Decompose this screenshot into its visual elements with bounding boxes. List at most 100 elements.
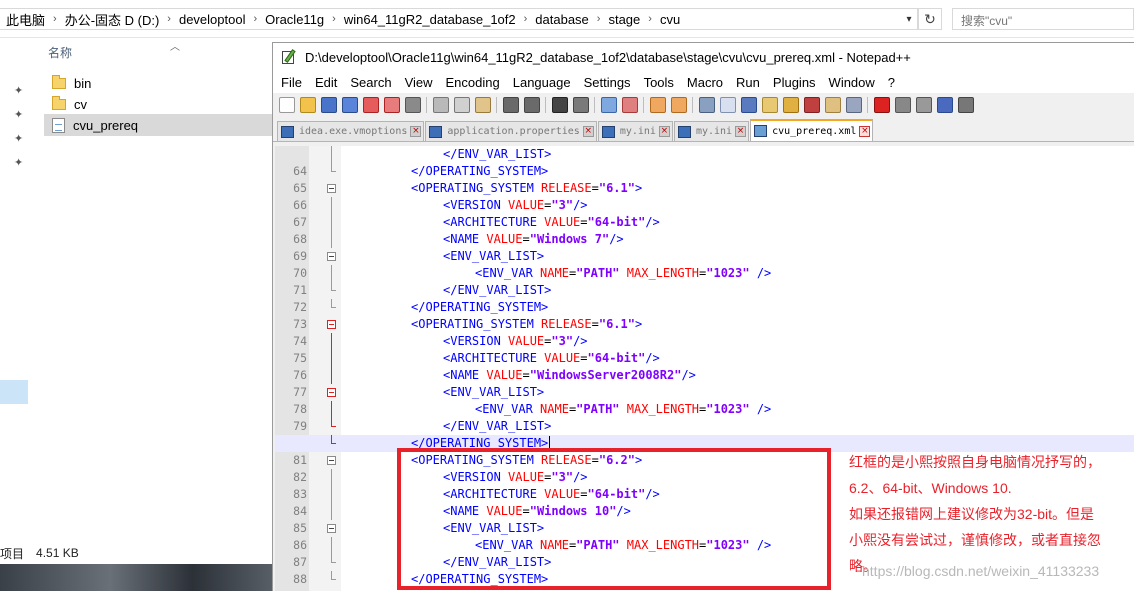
cut-icon[interactable]: [433, 97, 449, 113]
fold-collapse-icon[interactable]: [327, 388, 336, 397]
stop-macro-icon[interactable]: [895, 97, 911, 113]
fold-collapse-icon[interactable]: [327, 184, 336, 193]
zoom-out-icon[interactable]: [622, 97, 638, 113]
show-all-characters-icon[interactable]: [720, 97, 736, 113]
list-item[interactable]: bin: [44, 72, 276, 94]
file-name: cvu_prereq: [73, 117, 139, 133]
list-item[interactable]: cv: [44, 93, 276, 115]
menu-help[interactable]: ?: [888, 75, 895, 90]
fold-collapse-icon[interactable]: [327, 456, 336, 465]
menu-plugins[interactable]: Plugins: [773, 75, 816, 90]
find-icon[interactable]: [552, 97, 568, 113]
run-macro-multiple-icon[interactable]: [937, 97, 953, 113]
close-icon[interactable]: ×: [658, 126, 670, 137]
nav-selected-item[interactable]: [0, 380, 28, 404]
xml-tag: <ENV_VAR_LIST>: [443, 385, 545, 399]
redo-icon[interactable]: [524, 97, 540, 113]
column-header-name[interactable]: 名称: [48, 44, 72, 61]
window-title: D:\developtool\Oracle11g\win64_11gR2_dat…: [305, 49, 911, 65]
close-icon[interactable]: [363, 97, 379, 113]
sync-horizontal-icon[interactable]: [671, 97, 687, 113]
xml-tag: />: [749, 266, 772, 280]
close-icon[interactable]: ×: [859, 125, 871, 137]
language-icon[interactable]: [762, 97, 778, 113]
search-input[interactable]: 搜索"cvu": [952, 8, 1134, 30]
breadcrumb-item[interactable]: database: [533, 12, 591, 27]
breadcrumb[interactable]: 此电脑 › 办公-固态 D (D:) › developtool › Oracl…: [0, 8, 918, 30]
chevron-right-icon: ›: [648, 13, 652, 25]
word-wrap-icon[interactable]: [699, 97, 715, 113]
tab-idea-vmoptions[interactable]: idea.exe.vmoptions ×: [277, 121, 425, 141]
replace-icon[interactable]: [573, 97, 589, 113]
save-macro-icon[interactable]: [958, 97, 974, 113]
document-map-icon[interactable]: [783, 97, 799, 113]
close-icon[interactable]: ×: [582, 126, 594, 137]
monitoring-icon[interactable]: [846, 97, 862, 113]
fold-collapse-icon[interactable]: [327, 320, 336, 329]
sync-vertical-icon[interactable]: [650, 97, 666, 113]
menu-run[interactable]: Run: [736, 75, 760, 90]
close-all-icon[interactable]: [384, 97, 400, 113]
fold-line: [327, 231, 336, 248]
code-line: 80 </ENV_VAR_LIST>: [275, 418, 1134, 450]
window-title-bar[interactable]: D:\developtool\Oracle11g\win64_11gR2_dat…: [273, 43, 1134, 71]
breadcrumb-item[interactable]: 此电脑: [4, 10, 47, 29]
zoom-in-icon[interactable]: [601, 97, 617, 113]
new-file-icon[interactable]: [279, 97, 295, 113]
menu-file[interactable]: File: [281, 75, 302, 90]
menu-encoding[interactable]: Encoding: [446, 75, 500, 90]
toolbar-divider: [867, 97, 868, 113]
menu-tools[interactable]: Tools: [644, 75, 674, 90]
annotation-note: 红框的是小熙按照自身电脑情况抒写的， 6.2、64-bit、Windows 10…: [849, 449, 1134, 579]
pin-icon[interactable]: ✦: [14, 108, 23, 121]
breadcrumb-item[interactable]: stage: [606, 12, 642, 27]
fold-line: [327, 486, 336, 503]
tab-my-ini-2[interactable]: my.ini ×: [673, 121, 750, 141]
indent-guide-icon[interactable]: [741, 97, 757, 113]
code-line: 68 <ARCHITECTURE VALUE="64-bit"/>: [275, 214, 1134, 246]
pin-icon[interactable]: ✦: [14, 132, 23, 145]
breadcrumb-item[interactable]: cvu: [658, 12, 682, 27]
close-icon[interactable]: ×: [735, 126, 747, 137]
copy-icon[interactable]: [454, 97, 470, 113]
open-folder-icon[interactable]: [300, 97, 316, 113]
menu-language[interactable]: Language: [513, 75, 571, 90]
breadcrumb-item[interactable]: Oracle11g: [263, 12, 326, 27]
code-line: 71 <ENV_VAR NAME="PATH" MAX_LENGTH="1023…: [275, 265, 1134, 297]
menu-macro[interactable]: Macro: [687, 75, 723, 90]
tab-my-ini[interactable]: my.ini ×: [597, 121, 673, 141]
tab-cvu-prereq-xml[interactable]: cvu_prereq.xml ×: [750, 119, 874, 141]
breadcrumb-item[interactable]: win64_11gR2_database_1of2: [342, 12, 518, 27]
menu-window[interactable]: Window: [829, 75, 875, 90]
menu-edit[interactable]: Edit: [315, 75, 337, 90]
fold-collapse-icon[interactable]: [327, 252, 336, 261]
print-icon[interactable]: [405, 97, 421, 113]
menu-search[interactable]: Search: [350, 75, 391, 90]
breadcrumb-item[interactable]: 办公-固态 D (D:): [63, 10, 162, 29]
breadcrumb-item[interactable]: developtool: [177, 12, 248, 27]
xml-value: "1023": [706, 402, 750, 416]
list-item[interactable]: cvu_prereq: [44, 114, 276, 136]
undo-icon[interactable]: [503, 97, 519, 113]
menu-settings[interactable]: Settings: [584, 75, 631, 90]
paste-icon[interactable]: [475, 97, 491, 113]
folder-workspace-icon[interactable]: [825, 97, 841, 113]
save-all-icon[interactable]: [342, 97, 358, 113]
chevron-down-icon[interactable]: ▾: [900, 9, 918, 29]
xml-tag: >: [634, 181, 643, 195]
toolbar-divider: [545, 97, 546, 113]
pin-icon[interactable]: ✦: [14, 84, 23, 97]
tab-application-properties[interactable]: application.properties ×: [425, 121, 597, 141]
save-icon[interactable]: [321, 97, 337, 113]
xml-attr: MAX_LENGTH: [626, 402, 700, 416]
pin-icon[interactable]: ✦: [14, 156, 23, 169]
close-icon[interactable]: ×: [410, 126, 422, 137]
refresh-icon[interactable]: ↻: [918, 8, 942, 30]
menu-view[interactable]: View: [405, 75, 433, 90]
xml-attr: VALUE: [508, 334, 545, 348]
record-macro-icon[interactable]: [874, 97, 890, 113]
function-list-icon[interactable]: [804, 97, 820, 113]
fold-collapse-icon[interactable]: [327, 524, 336, 533]
xml-tag: <NAME: [443, 368, 487, 382]
play-macro-icon[interactable]: [916, 97, 932, 113]
